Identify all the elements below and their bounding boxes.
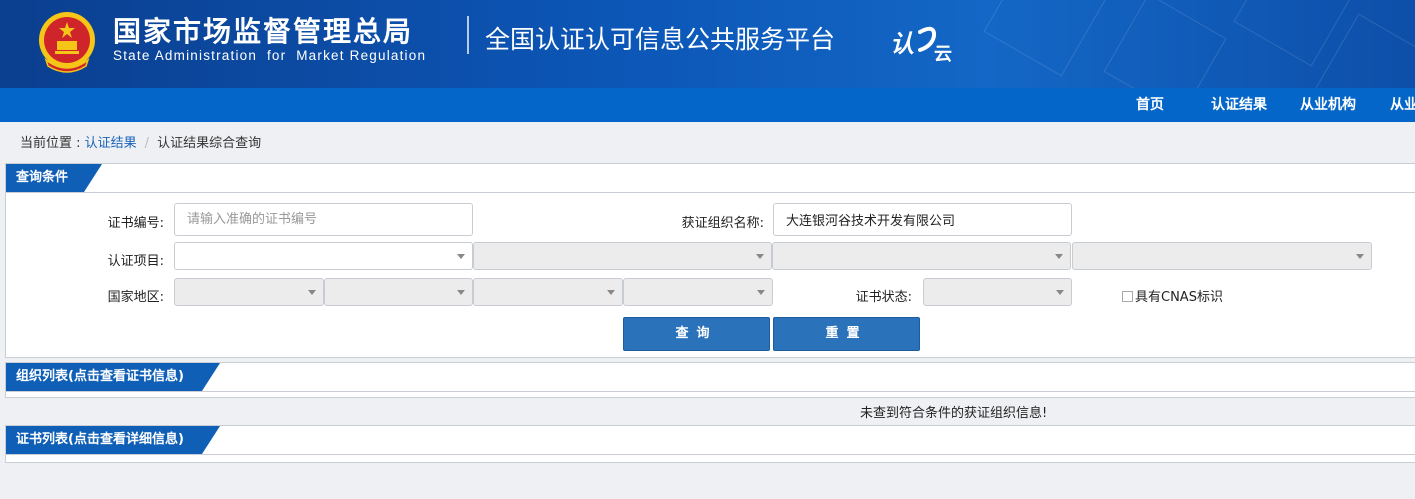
- project-select-4[interactable]: [1072, 242, 1372, 270]
- org-list-empty-message: 未查到符合条件的获证组织信息!: [860, 406, 1048, 421]
- chevron-down-icon: [1356, 254, 1364, 259]
- region-select-3[interactable]: [473, 278, 623, 306]
- query-panel-header: 查询条件: [6, 164, 1415, 193]
- chevron-down-icon: [607, 290, 615, 295]
- cert-no-label: 证书编号:: [107, 216, 164, 231]
- region-select-2[interactable]: [324, 278, 473, 306]
- org-list-panel: 组织列表(点击查看证书信息): [5, 362, 1415, 398]
- breadcrumb: 当前位置 : 认证结果 / 认证结果综合查询: [20, 132, 261, 151]
- main-nav: 首页 认证结果 从业机构 从业: [0, 88, 1415, 122]
- platform-title: 全国认证认可信息公共服务平台: [485, 25, 836, 54]
- reset-button[interactable]: 重置: [773, 317, 920, 351]
- svg-text:认: 认: [890, 30, 914, 58]
- breadcrumb-separator: /: [144, 136, 150, 151]
- project-select-1[interactable]: [174, 242, 473, 270]
- chevron-down-icon: [457, 254, 465, 259]
- chevron-down-icon: [1056, 290, 1064, 295]
- chevron-down-icon: [308, 290, 316, 295]
- chevron-down-icon: [757, 290, 765, 295]
- agency-title-cn: 国家市场监督管理总局: [113, 15, 414, 48]
- org-name-label: 获证组织名称:: [681, 216, 764, 231]
- project-select-2[interactable]: [473, 242, 772, 270]
- status-select[interactable]: [923, 278, 1072, 306]
- national-emblem-icon: [39, 12, 95, 73]
- renyun-logo: 认 云: [890, 26, 952, 64]
- chevron-down-icon: [756, 254, 764, 259]
- svg-text:云: 云: [934, 44, 952, 64]
- cert-list-panel-header: 证书列表(点击查看详细信息): [6, 426, 1415, 455]
- search-button[interactable]: 查询: [623, 317, 770, 351]
- header-divider: [467, 16, 469, 54]
- org-list-panel-header: 组织列表(点击查看证书信息): [6, 363, 1415, 392]
- nav-cert-results[interactable]: 认证结果: [1211, 88, 1267, 122]
- org-list-panel-title: 组织列表(点击查看证书信息): [6, 363, 220, 391]
- cnas-label: 具有CNAS标识: [1135, 290, 1223, 305]
- decor-hex: [1103, 0, 1227, 88]
- status-label: 证书状态:: [855, 290, 912, 305]
- cnas-checkbox[interactable]: [1122, 291, 1133, 302]
- cert-no-input[interactable]: [174, 203, 473, 236]
- org-name-input[interactable]: [773, 203, 1072, 236]
- region-select-4[interactable]: [623, 278, 773, 306]
- breadcrumb-prefix: 当前位置 :: [20, 136, 85, 151]
- query-panel-title: 查询条件: [6, 164, 102, 192]
- decor-hex: [983, 0, 1107, 77]
- region-label: 国家地区:: [107, 290, 164, 305]
- nav-institutions[interactable]: 从业机构: [1300, 88, 1356, 122]
- chevron-down-icon: [1055, 254, 1063, 259]
- cnas-checkbox-wrap[interactable]: 具有CNAS标识: [1122, 286, 1223, 305]
- project-select-3[interactable]: [772, 242, 1071, 270]
- site-header: 国家市场监督管理总局 State Administration for Mark…: [0, 0, 1415, 88]
- cert-list-panel: 证书列表(点击查看详细信息): [5, 425, 1415, 463]
- breadcrumb-link-cert-results[interactable]: 认证结果: [85, 136, 137, 151]
- cert-list-panel-title: 证书列表(点击查看详细信息): [6, 426, 220, 454]
- nav-home[interactable]: 首页: [1136, 88, 1164, 122]
- agency-title-en: State Administration for Market Regulati…: [113, 48, 427, 63]
- breadcrumb-current: 认证结果综合查询: [157, 136, 262, 151]
- project-label: 认证项目:: [107, 254, 164, 269]
- chevron-down-icon: [457, 290, 465, 295]
- region-select-1[interactable]: [174, 278, 324, 306]
- nav-practitioners[interactable]: 从业: [1390, 88, 1415, 122]
